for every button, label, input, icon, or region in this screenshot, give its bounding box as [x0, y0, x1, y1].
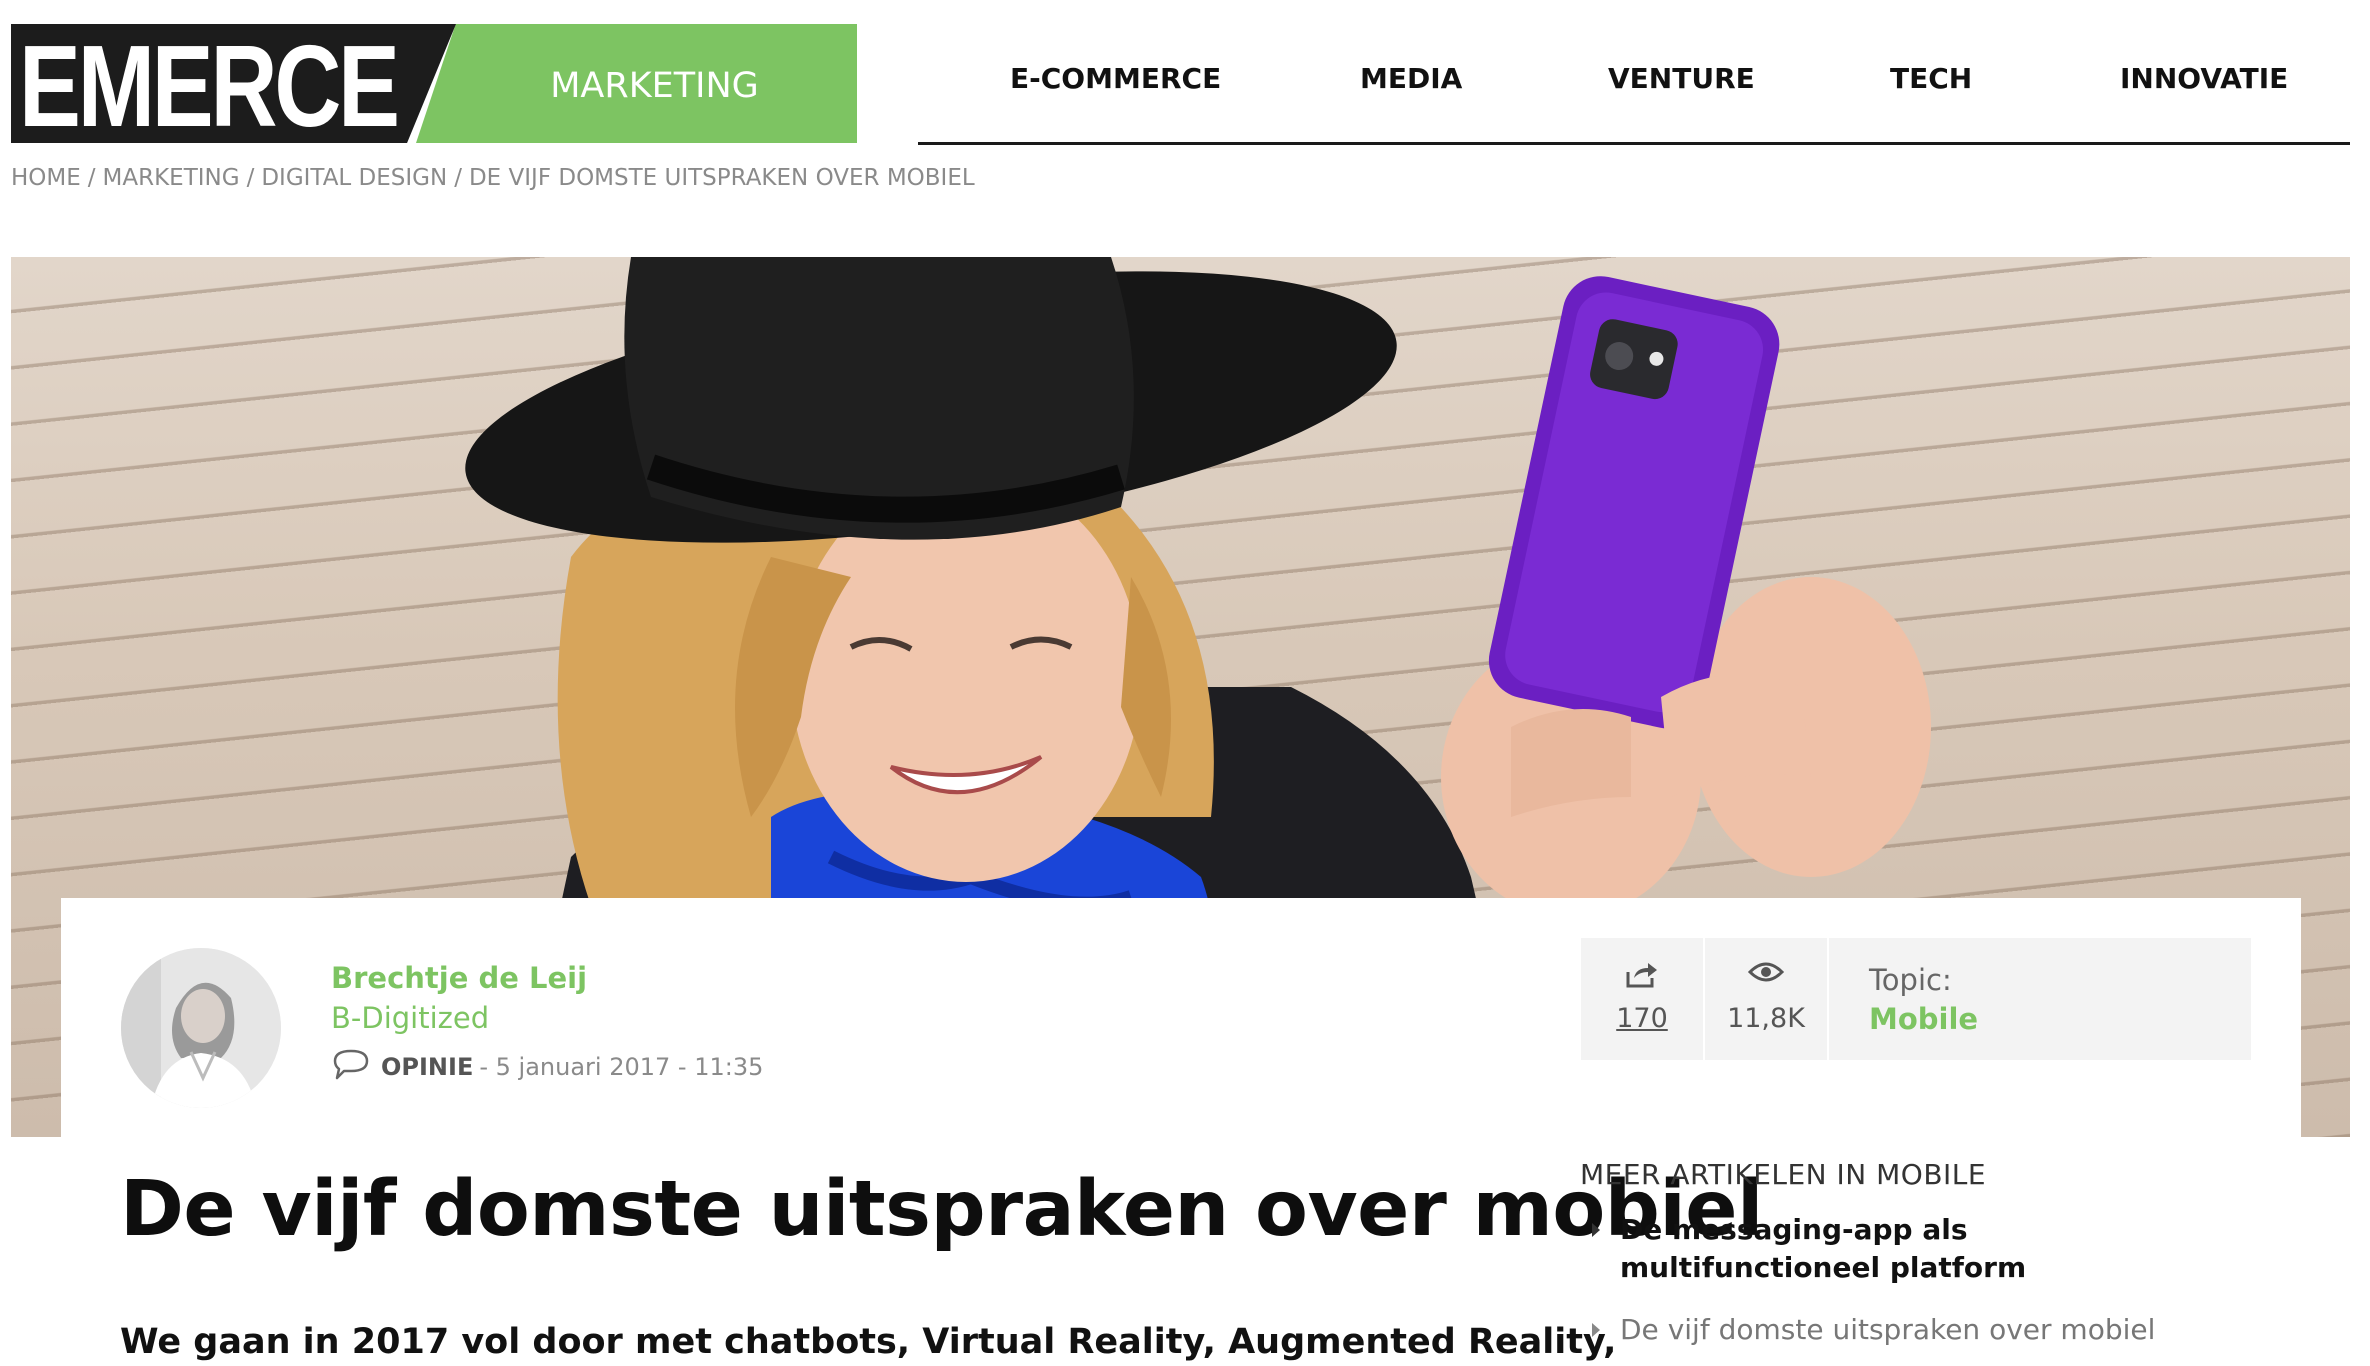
more-articles-item-label[interactable]: De messaging-app als multifunctioneel pl…	[1620, 1211, 2192, 1287]
share-count[interactable]: 170	[1581, 1003, 1703, 1034]
more-articles-heading: MEER ARTIKELEN IN MOBILE	[1580, 1158, 1987, 1191]
section-label: MARKETING	[550, 66, 759, 106]
caret-right-icon	[1592, 1223, 1600, 1237]
topic-link[interactable]: Mobile	[1869, 1002, 1978, 1036]
share-icon	[1624, 960, 1660, 994]
author-avatar[interactable]	[121, 948, 281, 1108]
view-count: 11,8K	[1727, 1003, 1805, 1034]
author-name[interactable]: Brechtje de Leij	[331, 961, 587, 995]
more-articles-item[interactable]: De messaging-app als multifunctioneel pl…	[1592, 1211, 2192, 1287]
nav-item-tech[interactable]: TECH	[1890, 62, 1972, 95]
article-type[interactable]: OPINIE	[381, 1053, 473, 1081]
logo-block[interactable]: EMERCE	[11, 24, 456, 143]
speech-bubble-icon	[331, 1048, 371, 1086]
caret-right-icon	[1592, 1323, 1600, 1337]
main-nav: E-COMMERCE MEDIA VENTURE TECH INNOVATIE	[918, 44, 2350, 145]
article-title: De vijf domste uitspraken over mobiel	[120, 1165, 1763, 1254]
nav-item-venture[interactable]: VENTURE	[1608, 62, 1755, 95]
breadcrumb-marketing[interactable]: MARKETING	[103, 165, 240, 191]
breadcrumb-digital-design[interactable]: DIGITAL DESIGN	[261, 165, 447, 191]
more-articles-item-label[interactable]: De vijf domste uitspraken over mobiel	[1620, 1311, 2155, 1349]
site-logo[interactable]: MARKETING EMERCE	[11, 24, 857, 143]
breadcrumb: HOME / MARKETING / DIGITAL DESIGN / DE VIJF DO…	[11, 165, 975, 191]
share-stat[interactable]: 170	[1581, 938, 1703, 1060]
stat-divider	[1827, 938, 1829, 1060]
author-company: B-Digitized	[331, 1001, 490, 1035]
article-info-card: Brechtje de Leij B-Digitized OPINIE - 5 …	[61, 898, 2301, 1138]
breadcrumb-home[interactable]: HOME	[11, 165, 81, 191]
nav-item-ecommerce[interactable]: E-COMMERCE	[1010, 62, 1221, 95]
article-stats: 170 11,8K Topic: Mobile	[1581, 938, 2251, 1060]
breadcrumb-current: DE VIJF DOMSTE UITSPRAKEN OVER MOBIEL	[468, 165, 975, 191]
section-banner[interactable]: MARKETING	[416, 24, 857, 143]
article-lead: We gaan in 2017 vol door met chatbots, V…	[120, 1322, 1617, 1362]
article-date: - 5 januari 2017 - 11:35	[479, 1053, 764, 1081]
eye-icon	[1747, 960, 1785, 988]
nav-item-innovatie[interactable]: INNOVATIE	[2120, 62, 2288, 95]
nav-item-media[interactable]: MEDIA	[1360, 62, 1462, 95]
logo-text: EMERCE	[19, 21, 400, 151]
more-articles-item[interactable]: De vijf domste uitspraken over mobiel	[1592, 1311, 2192, 1349]
topic-label: Topic:	[1869, 963, 1952, 997]
views-stat: 11,8K	[1705, 938, 1827, 1060]
article-meta: OPINIE - 5 januari 2017 - 11:35	[331, 1048, 763, 1086]
author-avatar-image	[121, 948, 281, 1108]
